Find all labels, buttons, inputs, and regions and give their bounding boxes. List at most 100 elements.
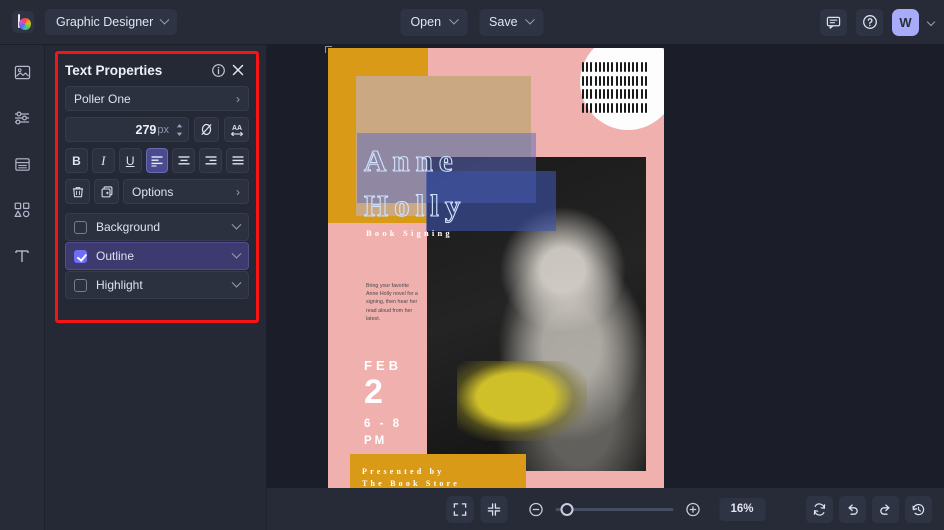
font-family-select[interactable]: Poller One › bbox=[65, 86, 249, 111]
redo-button[interactable] bbox=[872, 495, 899, 523]
save-button[interactable]: Save bbox=[479, 8, 544, 36]
background-checkbox[interactable] bbox=[74, 220, 87, 234]
left-tool-rail bbox=[0, 45, 45, 530]
text-style-row: B I U bbox=[58, 148, 256, 173]
poster-subtitle[interactable]: Book Signing bbox=[366, 228, 453, 238]
zoom-level-display[interactable]: 16% bbox=[719, 497, 765, 521]
project-name-dropdown[interactable]: Graphic Designer bbox=[45, 9, 178, 35]
letter-spacing-button[interactable]: AA bbox=[224, 117, 249, 142]
no-color-icon bbox=[201, 123, 212, 136]
page-title: Text Properties bbox=[65, 62, 163, 78]
delete-button[interactable] bbox=[65, 179, 90, 204]
duplicate-button[interactable] bbox=[94, 179, 119, 204]
undo-button[interactable] bbox=[839, 495, 866, 523]
background-label: Background bbox=[96, 220, 161, 234]
align-justify-icon bbox=[232, 156, 244, 165]
zoom-out-icon bbox=[528, 502, 543, 516]
comment-button[interactable] bbox=[820, 8, 847, 36]
chevron-down-icon[interactable] bbox=[231, 277, 242, 288]
background-toggle-row[interactable]: Background bbox=[65, 213, 249, 241]
collapse-button[interactable] bbox=[480, 495, 507, 523]
sync-button[interactable] bbox=[806, 495, 833, 523]
sidebar-item-adjustments[interactable] bbox=[9, 105, 35, 131]
duplicate-icon bbox=[101, 185, 112, 197]
save-label: Save bbox=[489, 15, 518, 29]
sync-icon bbox=[813, 502, 826, 516]
poster-title-line2: Holly bbox=[363, 187, 467, 223]
align-left-icon bbox=[151, 155, 163, 167]
chevron-down-icon[interactable] bbox=[231, 248, 242, 259]
highlight-checkbox[interactable] bbox=[74, 278, 87, 292]
align-right-icon bbox=[205, 156, 217, 165]
align-right-button[interactable] bbox=[199, 148, 223, 173]
zoom-slider[interactable] bbox=[555, 502, 673, 516]
avatar[interactable]: W bbox=[892, 8, 919, 36]
font-size-unit: px bbox=[157, 123, 169, 136]
poster-month[interactable]: FEB bbox=[364, 358, 402, 373]
sidebar-item-text[interactable] bbox=[9, 243, 35, 269]
bottom-bar: 16% bbox=[267, 488, 944, 530]
help-button[interactable] bbox=[856, 8, 883, 36]
history-button[interactable] bbox=[905, 495, 932, 523]
close-icon[interactable] bbox=[228, 60, 248, 80]
open-button[interactable]: Open bbox=[400, 8, 468, 36]
font-family-row: Poller One › bbox=[58, 86, 256, 111]
poster-time[interactable]: 6 - 8 PM bbox=[364, 416, 402, 450]
options-label: Options bbox=[132, 184, 174, 199]
highlight-label: Highlight bbox=[96, 278, 143, 292]
sidebar-item-layout[interactable] bbox=[9, 151, 35, 177]
poster-day[interactable]: 2 bbox=[364, 373, 383, 412]
undo-icon bbox=[848, 503, 858, 515]
canvas-area[interactable]: Anne Holly Book Signing Bring your favor… bbox=[267, 45, 944, 488]
align-left-button[interactable] bbox=[145, 148, 169, 173]
collapse-icon bbox=[487, 502, 500, 516]
chevron-right-icon: › bbox=[236, 184, 240, 199]
object-actions-row: Options › bbox=[58, 179, 256, 204]
svg-text:AA: AA bbox=[231, 124, 241, 131]
font-size-input[interactable]: 279 px bbox=[65, 117, 189, 142]
outline-toggle-row[interactable]: Outline bbox=[65, 242, 249, 270]
history-icon bbox=[912, 503, 925, 515]
poster-banner-line1: Presented by bbox=[362, 467, 445, 476]
sidebar-item-elements[interactable] bbox=[9, 197, 35, 223]
highlight-toggle-row[interactable]: Highlight bbox=[65, 271, 249, 299]
comment-icon bbox=[826, 16, 841, 29]
chevron-down-icon bbox=[525, 14, 535, 25]
underline-label: U bbox=[125, 153, 135, 168]
stepper-arrows-icon[interactable] bbox=[175, 122, 184, 138]
redo-icon bbox=[880, 503, 890, 515]
align-center-icon bbox=[178, 156, 190, 165]
info-icon[interactable] bbox=[208, 60, 228, 80]
fit-screen-icon bbox=[453, 502, 466, 516]
poster-title[interactable]: Anne Holly bbox=[363, 138, 574, 228]
help-circle-icon bbox=[862, 15, 877, 29]
align-center-button[interactable] bbox=[172, 148, 196, 173]
fit-screen-button[interactable] bbox=[446, 495, 473, 523]
outline-checkbox[interactable] bbox=[74, 249, 87, 263]
top-bar-center-actions: Open Save bbox=[400, 8, 544, 36]
sidebar-item-images[interactable] bbox=[9, 59, 35, 85]
adjustments-icon bbox=[15, 111, 29, 125]
align-justify-button[interactable] bbox=[226, 148, 250, 173]
app-logo-button[interactable] bbox=[0, 0, 45, 45]
no-color-button[interactable] bbox=[194, 117, 219, 142]
italic-button[interactable]: I bbox=[91, 148, 115, 173]
zoom-out-button[interactable] bbox=[527, 501, 544, 518]
poster-body-text[interactable]: Bring your favorite Anne Holly novel for… bbox=[366, 282, 418, 323]
image-icon bbox=[14, 65, 30, 79]
bold-button[interactable]: B bbox=[65, 148, 88, 173]
options-button[interactable]: Options › bbox=[123, 179, 249, 204]
poster-artboard[interactable]: Anne Holly Book Signing Bring your favor… bbox=[328, 48, 664, 488]
bold-label: B bbox=[72, 153, 81, 168]
italic-label: I bbox=[101, 152, 106, 168]
chevron-down-icon[interactable] bbox=[231, 219, 242, 230]
zoom-in-button[interactable] bbox=[684, 501, 701, 518]
account-chevron-down-icon[interactable] bbox=[926, 17, 936, 27]
font-size-value: 279 bbox=[135, 122, 157, 137]
open-label: Open bbox=[410, 15, 442, 29]
zoom-slider-handle[interactable] bbox=[560, 502, 573, 516]
app-logo-icon bbox=[11, 11, 34, 33]
poster-banner-line2: The Book Store bbox=[362, 479, 460, 488]
poster-banner-text[interactable]: Presented by The Book Store bbox=[362, 466, 460, 488]
underline-button[interactable]: U bbox=[118, 148, 142, 173]
